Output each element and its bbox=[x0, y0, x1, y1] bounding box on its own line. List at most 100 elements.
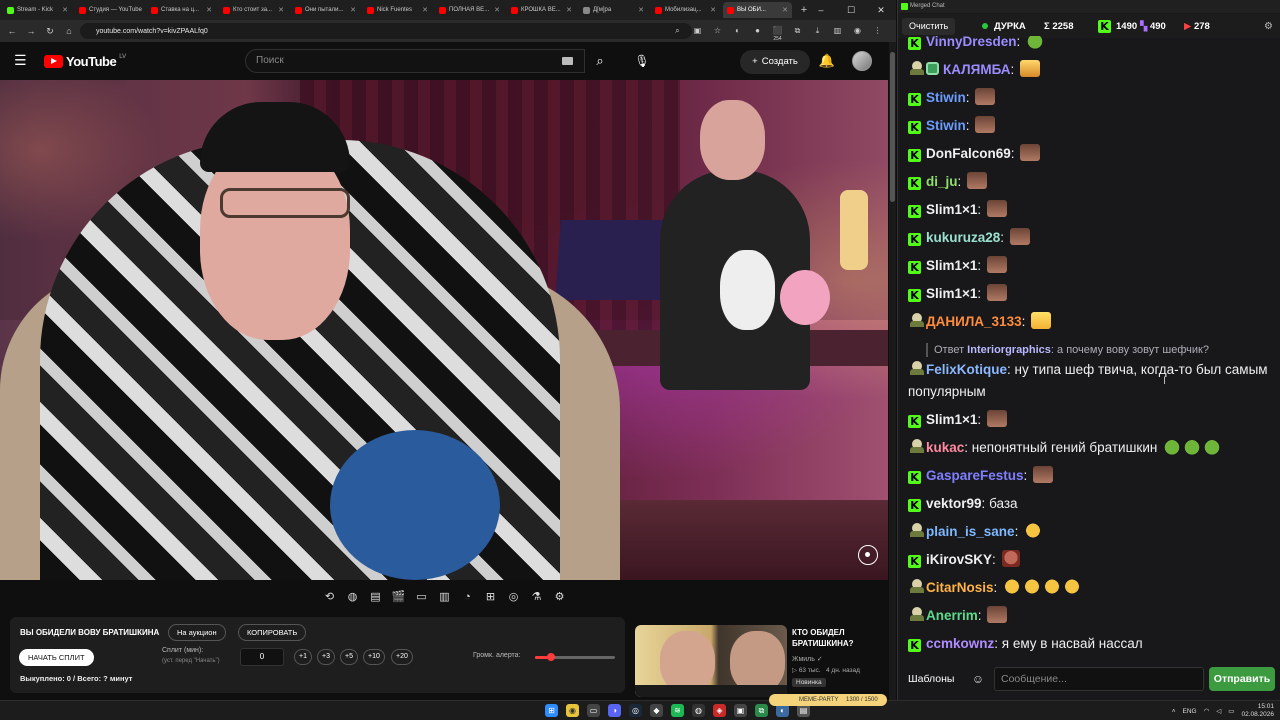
chat-message[interactable]: K Slim1×1: bbox=[908, 283, 1273, 305]
tab-close-icon[interactable]: ✕ bbox=[494, 6, 500, 14]
youtube-logo[interactable]: YouTube LV bbox=[44, 54, 126, 69]
chat-username[interactable]: iKirovSKY bbox=[926, 552, 992, 567]
menu-icon[interactable]: ⋮ bbox=[871, 24, 884, 37]
loop-icon[interactable]: ⟲ bbox=[320, 588, 339, 607]
clock[interactable]: 15:01 02.08.2026 bbox=[1241, 703, 1274, 719]
chat-username[interactable]: CitarNosis bbox=[926, 580, 994, 595]
chat-username[interactable]: FelixKotique bbox=[926, 362, 1007, 377]
chat-username[interactable]: kukac bbox=[926, 440, 964, 455]
video-overlay-button-icon[interactable] bbox=[858, 545, 878, 565]
extension-icon[interactable]: ◐ bbox=[731, 24, 744, 37]
chat-message[interactable]: K Slim1×1: bbox=[908, 199, 1273, 221]
keyboard-icon[interactable] bbox=[562, 57, 573, 65]
chat-username[interactable]: plain_is_sane bbox=[926, 524, 1015, 539]
tray-chevron-icon[interactable]: ˄ bbox=[1172, 708, 1176, 715]
chat-message[interactable]: Kvektor99: база bbox=[908, 493, 1273, 515]
app-icon[interactable]: ◈ bbox=[713, 704, 726, 717]
alert-volume-slider[interactable] bbox=[535, 653, 615, 661]
sidebar-icon[interactable]: ▥ bbox=[831, 24, 844, 37]
microphone-icon[interactable]: 🎙 bbox=[627, 49, 657, 73]
chat-username[interactable]: КАЛЯМБА bbox=[943, 62, 1011, 77]
cast-icon[interactable]: ▣ bbox=[691, 24, 704, 37]
flask-icon[interactable]: ⚗ bbox=[527, 588, 546, 607]
chat-message[interactable]: K Slim1×1: bbox=[908, 409, 1273, 431]
step-button[interactable]: +5 bbox=[340, 649, 358, 665]
battery-icon[interactable]: ▭ bbox=[1228, 707, 1234, 715]
chat-username[interactable]: ccmkownz bbox=[926, 636, 994, 651]
chat-username[interactable]: VinnyDresden bbox=[926, 36, 1017, 49]
reply-username[interactable]: Interiorgraphics bbox=[967, 344, 1051, 356]
step-button[interactable]: +1 bbox=[294, 649, 312, 665]
chat-message[interactable]: K Stiwin: bbox=[908, 87, 1273, 109]
app-icon[interactable]: ◆ bbox=[650, 704, 663, 717]
screenshot-settings-icon[interactable]: ▤ bbox=[366, 588, 385, 607]
recommended-video[interactable]: КТО ОБИДЕЛ БРАТИШКИНА? Жмиль ✓ ▷ 63 тыс.… bbox=[635, 625, 890, 697]
camera-icon[interactable]: ◎ bbox=[504, 588, 523, 607]
extension-icon[interactable]: ● bbox=[751, 24, 764, 37]
volume-icon[interactable]: ◁ bbox=[1216, 707, 1221, 715]
chat-messages[interactable]: K VinnyDresden: КАЛЯМБА: K Stiwin: K Stiwin… bbox=[898, 36, 1280, 658]
maximize-icon[interactable]: ☐ bbox=[836, 0, 866, 20]
back-icon[interactable]: ← bbox=[5, 24, 19, 38]
create-button[interactable]: + Создать bbox=[740, 50, 810, 74]
search-icon[interactable]: ⌕ bbox=[585, 49, 615, 73]
chat-username[interactable]: ДАНИЛА_3133 bbox=[926, 314, 1022, 329]
chat-username[interactable]: DonFalcon69 bbox=[926, 146, 1011, 161]
chat-username[interactable]: Stiwin bbox=[926, 90, 966, 105]
tab-close-icon[interactable]: ✕ bbox=[710, 6, 716, 14]
chrome-icon[interactable]: ◉ bbox=[566, 704, 579, 717]
chat-username[interactable]: Slim1×1 bbox=[926, 412, 977, 427]
chat-message[interactable]: KiKirovSKY: bbox=[908, 549, 1273, 571]
recommended-channel[interactable]: Жмиль ✓ bbox=[792, 655, 823, 663]
minimize-icon[interactable]: – bbox=[806, 0, 836, 20]
picture-in-picture-icon[interactable]: ▭ bbox=[412, 588, 431, 607]
tab-close-icon[interactable]: ✕ bbox=[350, 6, 356, 14]
recommended-thumbnail[interactable] bbox=[635, 625, 787, 697]
send-button[interactable]: Отправить bbox=[1209, 667, 1275, 691]
obs-icon[interactable]: ◍ bbox=[692, 704, 705, 717]
clear-button[interactable]: Очистить bbox=[902, 18, 956, 35]
step-button[interactable]: +3 bbox=[317, 649, 335, 665]
browser-tab[interactable]: Кто стоит за... ✕ bbox=[219, 2, 288, 18]
chat-message[interactable]: Kkukuruza28: bbox=[908, 227, 1273, 249]
copy-button[interactable]: КОПИРОВАТЬ bbox=[238, 624, 307, 641]
browser-tab[interactable]: Мобилизац... ✕ bbox=[651, 2, 720, 18]
chat-message[interactable]: K GaspareFestus: bbox=[908, 465, 1273, 487]
forward-icon[interactable]: → bbox=[24, 24, 38, 38]
step-button[interactable]: +20 bbox=[391, 649, 413, 665]
chat-message[interactable]: Kdi_ju: bbox=[908, 171, 1273, 193]
url-field[interactable]: youtube.com/watch?v=kivZPAALfq0 bbox=[80, 23, 692, 39]
chat-username[interactable]: GaspareFestus bbox=[926, 468, 1024, 483]
download-icon[interactable]: ⤓ bbox=[811, 24, 824, 37]
video-player[interactable] bbox=[0, 80, 888, 580]
chat-username[interactable]: Slim1×1 bbox=[926, 286, 977, 301]
chat-message[interactable]: kukac: непонятный гений братишкин bbox=[908, 437, 1273, 459]
close-window-icon[interactable]: ✕ bbox=[866, 0, 896, 20]
gear-icon[interactable]: ⚙ bbox=[550, 588, 569, 607]
chat-message[interactable]: CitarNosis: bbox=[908, 577, 1273, 599]
templates-button[interactable]: Шаблоны bbox=[904, 668, 958, 690]
chat-username[interactable]: di_ju bbox=[926, 174, 958, 189]
page-scrollbar-thumb[interactable] bbox=[890, 52, 895, 202]
puzzle-icon[interactable]: ⧉ bbox=[791, 24, 804, 37]
step-button[interactable]: +10 bbox=[363, 649, 385, 665]
zoom-icon[interactable]: ⌕ bbox=[671, 24, 684, 37]
clapper-icon[interactable]: 🎬 bbox=[389, 588, 408, 607]
chat-username[interactable]: kukuruza28 bbox=[926, 230, 1000, 245]
browser-tab[interactable]: Ставка на ц... ✕ bbox=[147, 2, 216, 18]
avatar[interactable] bbox=[852, 51, 872, 71]
chat-message[interactable]: FelixKotique: ну типа шеф твича, когда-т… bbox=[908, 359, 1273, 403]
profile-icon[interactable]: ◉ bbox=[851, 24, 864, 37]
tab-close-icon[interactable]: ✕ bbox=[62, 6, 68, 14]
chat-message[interactable]: ДАНИЛА_3133: bbox=[908, 311, 1273, 333]
extension-count-icon[interactable]: ⬛ 254 bbox=[771, 24, 784, 42]
browser-tab[interactable]: Stream - Kick ✕ bbox=[3, 2, 72, 18]
message-input[interactable]: Сообщение... bbox=[994, 667, 1204, 691]
browser-tab[interactable]: ВЫ ОБИ... ✕ bbox=[723, 2, 792, 18]
recommended-title[interactable]: КТО ОБИДЕЛ БРАТИШКИНА? bbox=[792, 627, 892, 649]
tab-close-icon[interactable]: ✕ bbox=[782, 6, 788, 14]
browser-tab[interactable]: Студия — YouTube✕ bbox=[75, 2, 144, 18]
home-icon[interactable]: ⌂ bbox=[62, 24, 76, 38]
bell-icon[interactable]: 🔔 bbox=[818, 51, 836, 71]
hamburger-menu-icon[interactable]: ☰ bbox=[14, 53, 28, 67]
